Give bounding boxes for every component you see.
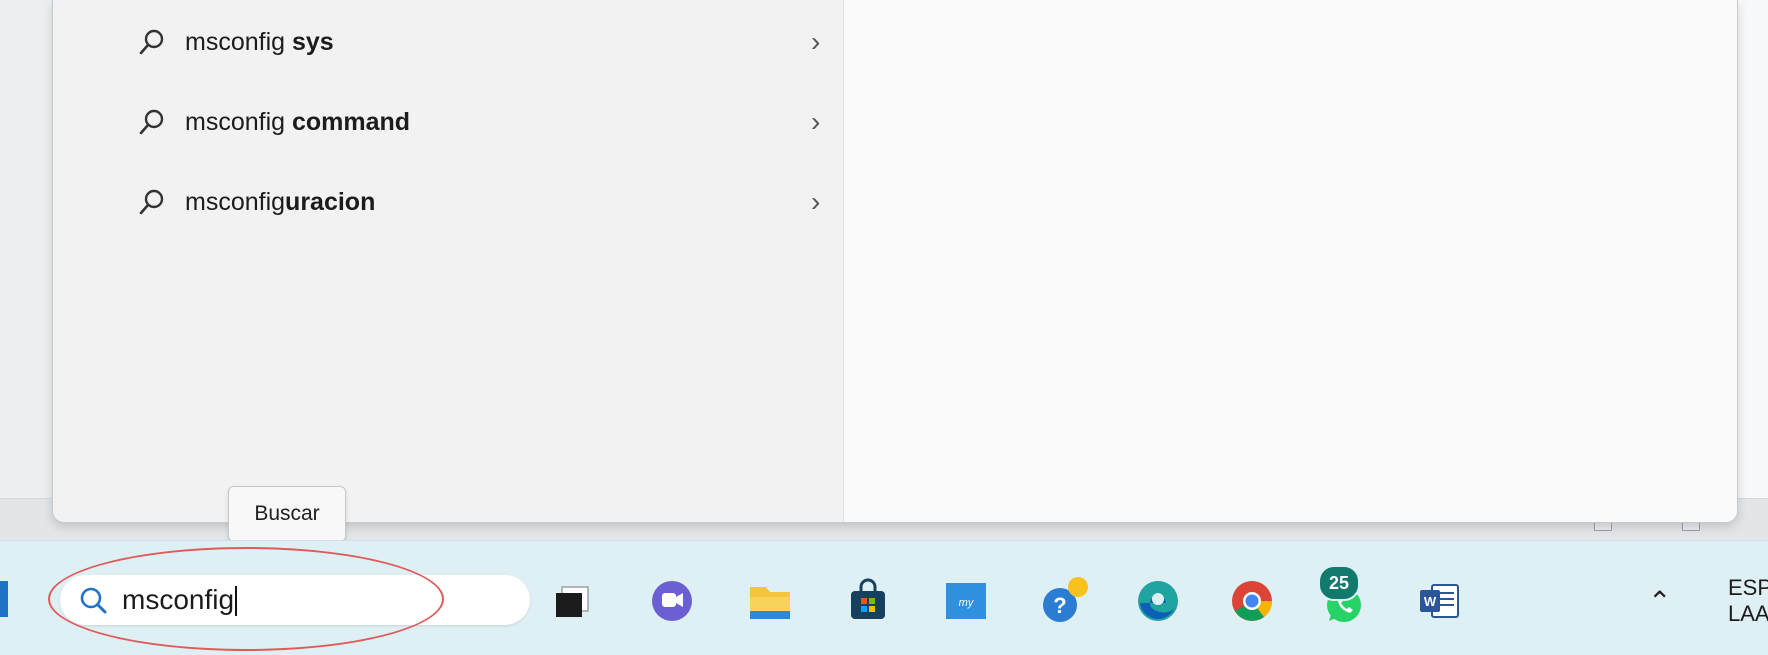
chevron-right-icon: ›	[811, 186, 821, 217]
suggestion-label: msconfig command	[185, 107, 411, 136]
language-code: ESP	[1728, 575, 1768, 600]
language-indicator[interactable]: ESP LAA	[1728, 575, 1768, 627]
taskbar: msconfig my ? 25 W ⌃ ESP LAA	[0, 540, 1768, 655]
chevron-up-icon[interactable]: ⌃	[1648, 585, 1671, 618]
suggestion-item[interactable]: msconfig sys ›	[93, 8, 823, 76]
search-icon	[139, 189, 164, 215]
svg-text:W: W	[1424, 594, 1437, 609]
help-icon[interactable]: ?	[1038, 575, 1090, 627]
task-view-icon[interactable]	[548, 575, 600, 627]
svg-text:my: my	[959, 597, 975, 609]
keyboard-layout: LAA	[1728, 601, 1768, 626]
chevron-right-icon: ›	[811, 26, 821, 57]
chevron-right-icon: ›	[811, 106, 821, 137]
start-button[interactable]	[0, 581, 8, 617]
search-icon	[139, 29, 164, 55]
suggestion-item[interactable]: msconfig command ›	[93, 88, 823, 156]
notification-badge: 25	[1318, 565, 1360, 601]
file-explorer-icon[interactable]	[744, 575, 796, 627]
search-tooltip: Buscar	[228, 486, 346, 542]
myapp-icon[interactable]: my	[940, 575, 992, 627]
svg-text:?: ?	[1053, 593, 1066, 618]
preview-pane	[843, 0, 1737, 522]
background-window-edge	[1737, 0, 1768, 540]
suggestions-pane: msconfig sys › msconfig command › msconf…	[53, 0, 843, 522]
search-input[interactable]: msconfig	[122, 584, 238, 617]
word-icon[interactable]: W	[1414, 575, 1466, 627]
search-icon	[80, 587, 107, 614]
search-icon	[139, 109, 164, 135]
edge-icon[interactable]	[1132, 575, 1184, 627]
suggestion-item[interactable]: msconfiguracion ›	[93, 168, 823, 236]
suggestion-label: msconfig sys	[185, 27, 334, 56]
search-flyout: msconfig sys › msconfig command › msconf…	[52, 0, 1738, 523]
taskbar-search-box[interactable]: msconfig	[60, 575, 530, 625]
text-caret	[235, 586, 238, 617]
microsoft-store-icon[interactable]	[842, 575, 894, 627]
chrome-icon[interactable]	[1226, 575, 1278, 627]
teams-chat-icon[interactable]	[646, 575, 698, 627]
suggestion-label: msconfiguracion	[185, 187, 376, 216]
